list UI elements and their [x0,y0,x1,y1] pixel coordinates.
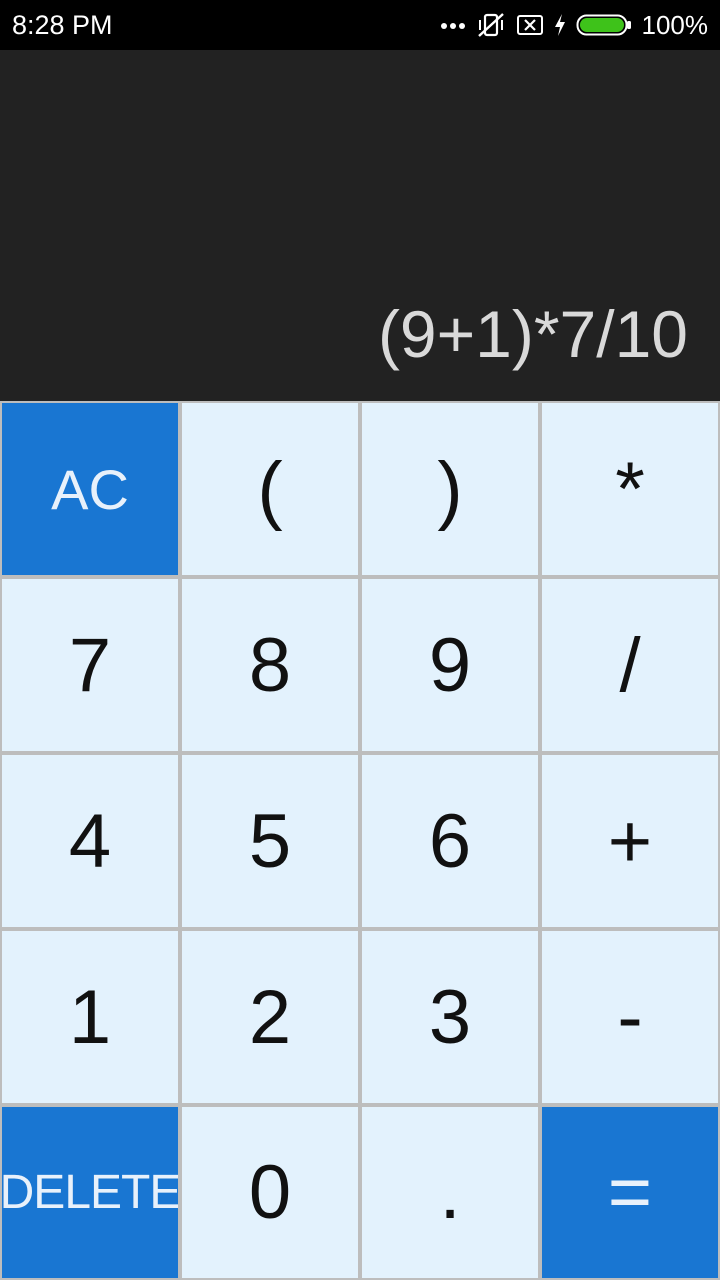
vibrate-off-icon [476,11,506,39]
subtract-button[interactable]: - [540,929,720,1105]
digit-1-button[interactable]: 1 [0,929,180,1105]
equals-button[interactable]: = [540,1105,720,1280]
clear-all-button[interactable]: AC [0,401,180,577]
battery-icon [576,13,632,37]
add-button[interactable]: + [540,753,720,929]
status-icons: 100% [440,9,709,41]
close-paren-button[interactable]: ) [360,401,540,577]
expression-text: (9+1)*7/10 [377,297,688,371]
calculator-display: (9+1)*7/10 [0,50,720,401]
open-paren-button[interactable]: ( [180,401,360,577]
digit-0-button[interactable]: 0 [180,1105,360,1280]
digit-7-button[interactable]: 7 [0,577,180,753]
digit-6-button[interactable]: 6 [360,753,540,929]
keypad: AC ( ) * 7 8 9 / 4 5 6 + 1 2 3 - DELETE … [0,401,720,1280]
digit-5-button[interactable]: 5 [180,753,360,929]
battery-percent: 100% [641,10,709,40]
status-bar: 8:28 PM 100% [0,0,720,50]
more-dots-icon [440,20,466,30]
no-sim-icon [516,13,544,37]
digit-9-button[interactable]: 9 [360,577,540,753]
digit-3-button[interactable]: 3 [360,929,540,1105]
multiply-button[interactable]: * [540,401,720,577]
divide-button[interactable]: / [540,577,720,753]
decimal-point-button[interactable]: . [360,1105,540,1280]
digit-2-button[interactable]: 2 [180,929,360,1105]
digit-4-button[interactable]: 4 [0,753,180,929]
delete-button[interactable]: DELETE [0,1105,180,1280]
charging-bolt-icon [554,13,566,37]
digit-8-button[interactable]: 8 [180,577,360,753]
status-time: 8:28 PM [12,10,113,40]
